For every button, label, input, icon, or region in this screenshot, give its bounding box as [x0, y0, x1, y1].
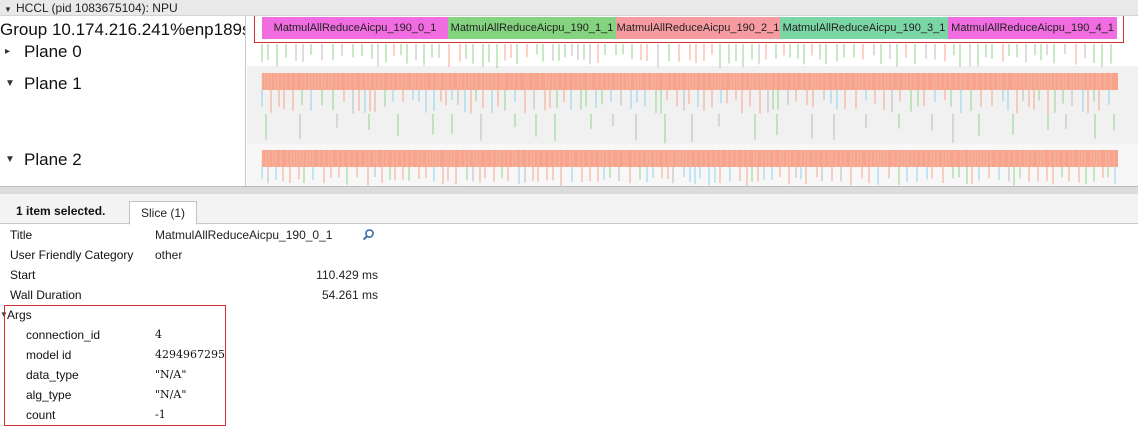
detail-key: Title: [10, 228, 33, 242]
group-label: Group 10.174.216.241%enp189s: [0, 20, 246, 39]
detail-row-args[interactable]: ▼ Args: [0, 305, 1138, 325]
arg-key: count: [26, 408, 56, 422]
expand-triangle-icon[interactable]: ▸: [5, 46, 10, 57]
track-label-plane-2[interactable]: ▼ Plane 2: [0, 150, 245, 172]
track-label-plane-0[interactable]: ▸ Plane 0: [0, 42, 245, 64]
arg-value: "N/A": [155, 388, 187, 401]
track-labels-column: Group 10.174.216.241%enp189s ▸ Plane 0 ▼…: [0, 16, 246, 186]
detail-row-duration: Wall Duration 54.261 ms: [0, 285, 1138, 305]
analysis-tab-bar: 1 item selected. Slice (1): [0, 194, 1138, 225]
arg-row: alg_type "N/A": [0, 385, 1138, 405]
trace-events-layer[interactable]: [247, 16, 1138, 186]
arg-value: -1: [155, 408, 166, 421]
detail-row-category: User Friendly Category other: [0, 245, 1138, 265]
selection-summary: 1 item selected.: [16, 204, 106, 218]
process-header[interactable]: ▼ HCCL (pid 1083675104): NPU: [0, 0, 1138, 16]
detail-key: Start: [10, 268, 36, 282]
arg-row: connection_id 4: [0, 325, 1138, 345]
detail-value: other: [155, 248, 183, 262]
arg-key: alg_type: [26, 388, 72, 402]
detail-row-start: Start 110.429 ms: [0, 265, 1138, 285]
arg-value: "N/A": [155, 368, 187, 381]
plane-name: Plane 1: [24, 74, 82, 93]
plane-name: Plane 2: [24, 150, 82, 169]
detail-value: 110.429 ms: [316, 268, 378, 282]
detail-row-title: Title MatmulAllReduceAicpu_190_0_1: [0, 225, 1138, 245]
arg-row: count -1: [0, 405, 1138, 425]
detail-key: Args: [7, 308, 32, 322]
arg-key: model id: [26, 348, 72, 362]
arg-value: 4: [155, 328, 162, 341]
timeline-track-area[interactable]: MatmulAllReduceAicpu_190_0_1 MatmulAllRe…: [247, 16, 1138, 186]
detail-value: MatmulAllReduceAicpu_190_0_1: [155, 228, 333, 242]
arg-row: model id 4294967295: [0, 345, 1138, 365]
arg-value: 4294967295: [155, 348, 225, 361]
track-label-plane-1[interactable]: ▼ Plane 1: [0, 74, 245, 96]
arg-row: data_type "N/A": [0, 365, 1138, 385]
collapse-triangle-icon[interactable]: ▼: [5, 154, 15, 165]
collapse-triangle-icon[interactable]: ▼: [5, 78, 15, 89]
magnifier-icon[interactable]: [362, 228, 376, 242]
arg-key: data_type: [26, 368, 79, 382]
detail-key: Wall Duration: [10, 288, 82, 302]
detail-value: 54.261 ms: [321, 288, 378, 302]
tab-slice[interactable]: Slice (1): [129, 201, 198, 225]
arg-key: connection_id: [26, 328, 101, 342]
plane-name: Plane 0: [24, 42, 82, 61]
process-title: HCCL (pid 1083675104): NPU: [16, 1, 178, 15]
slice-details-panel: Title MatmulAllReduceAicpu_190_0_1 User …: [0, 225, 1138, 432]
detail-key: User Friendly Category: [10, 248, 134, 262]
panel-splitter[interactable]: [0, 186, 1138, 194]
